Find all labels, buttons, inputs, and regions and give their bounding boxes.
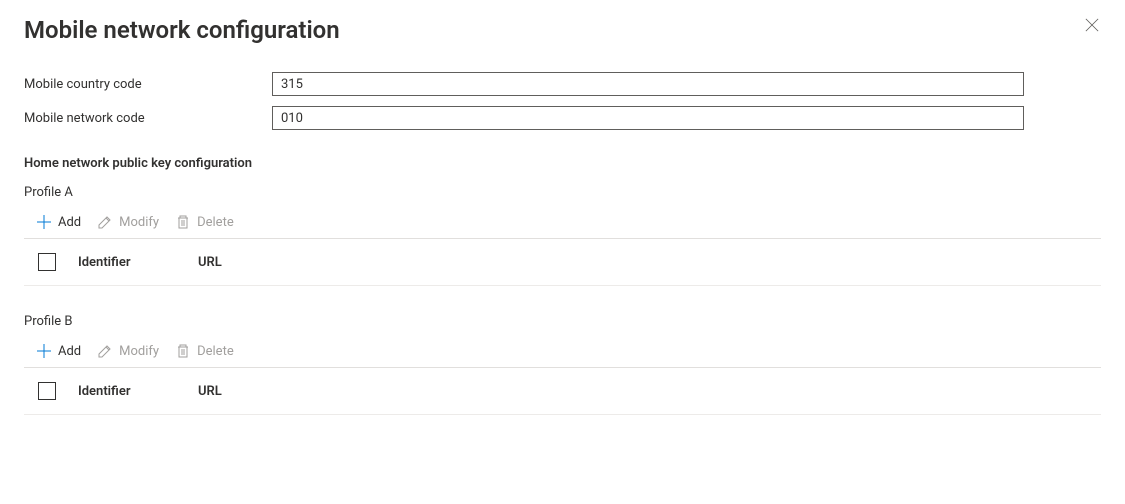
profile-b-add-button[interactable]: Add	[36, 343, 81, 359]
plus-icon	[36, 343, 52, 359]
modify-label: Modify	[119, 344, 159, 359]
pencil-icon	[97, 214, 113, 230]
mcc-label: Mobile country code	[24, 77, 272, 92]
profile-b-delete-button[interactable]: Delete	[175, 343, 234, 359]
delete-label: Delete	[197, 215, 234, 230]
profile-b-label: Profile B	[24, 314, 1101, 329]
profile-a-table-header: Identifier URL	[24, 239, 1101, 286]
mcc-input[interactable]	[272, 72, 1024, 96]
profile-a-add-button[interactable]: Add	[36, 214, 81, 230]
profile-b-table-header: Identifier URL	[24, 368, 1101, 415]
profile-a-label: Profile A	[24, 185, 1101, 200]
column-url: URL	[198, 384, 1101, 399]
add-label: Add	[58, 344, 81, 359]
close-button[interactable]	[1085, 18, 1101, 34]
modify-label: Modify	[119, 215, 159, 230]
delete-label: Delete	[197, 344, 234, 359]
plus-icon	[36, 214, 52, 230]
column-url: URL	[198, 255, 1101, 270]
mnc-input[interactable]	[272, 106, 1024, 130]
profile-a-toolbar: Add Modify Delete	[24, 208, 1101, 239]
add-label: Add	[58, 215, 81, 230]
mnc-label: Mobile network code	[24, 111, 272, 126]
profile-a-delete-button[interactable]: Delete	[175, 214, 234, 230]
pencil-icon	[97, 343, 113, 359]
profile-b-select-all-checkbox[interactable]	[38, 382, 56, 400]
profile-a-modify-button[interactable]: Modify	[97, 214, 159, 230]
column-identifier: Identifier	[78, 255, 198, 270]
profile-b-modify-button[interactable]: Modify	[97, 343, 159, 359]
page-title: Mobile network configuration	[24, 16, 1101, 44]
trash-icon	[175, 214, 191, 230]
section-heading: Home network public key configuration	[24, 156, 1101, 171]
column-identifier: Identifier	[78, 384, 198, 399]
profile-b-toolbar: Add Modify Delete	[24, 337, 1101, 368]
close-icon	[1085, 18, 1099, 32]
trash-icon	[175, 343, 191, 359]
profile-a-select-all-checkbox[interactable]	[38, 253, 56, 271]
